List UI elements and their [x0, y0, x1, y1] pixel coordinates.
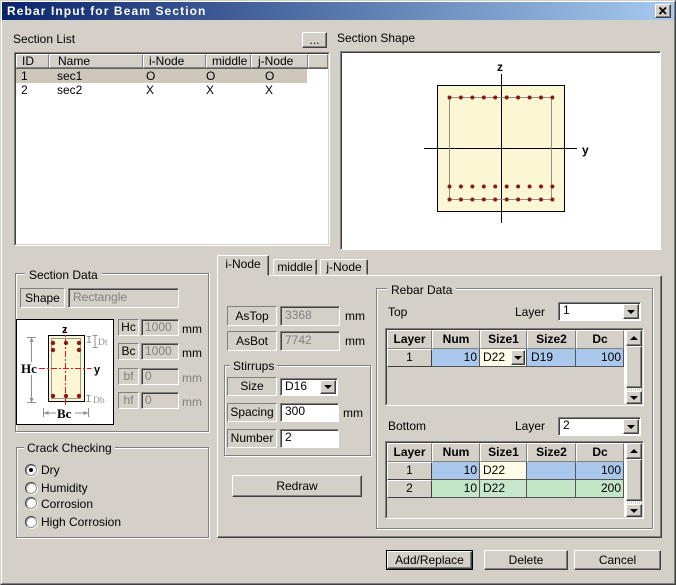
svg-text:z: z	[497, 60, 503, 74]
svg-text:z: z	[62, 324, 68, 336]
svg-text:Dt: Dt	[98, 338, 108, 348]
svg-text:y: y	[582, 143, 589, 157]
svg-text:Hc: Hc	[21, 361, 37, 376]
svg-text:Bc: Bc	[57, 406, 72, 421]
svg-text:y: y	[94, 364, 101, 376]
svg-text:Db: Db	[93, 396, 105, 406]
